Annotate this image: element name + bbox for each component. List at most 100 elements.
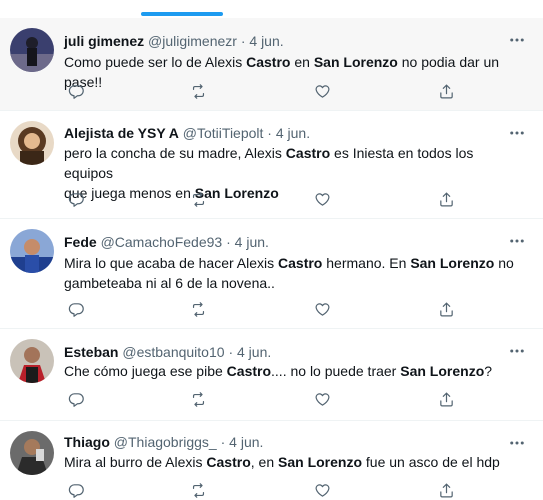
retweet-icon xyxy=(192,301,204,317)
avatar[interactable] xyxy=(10,431,54,475)
retweet-button[interactable] xyxy=(188,389,208,409)
tweet-card[interactable]: Esteban @estbanquito10 · 4 jun. Che cómo… xyxy=(0,329,543,421)
display-name[interactable]: Alejista de YSY A xyxy=(64,125,179,141)
avatar[interactable] xyxy=(10,121,54,165)
tweet-date[interactable]: 4 jun. xyxy=(235,234,269,250)
tweet-text-line: Mira al burro de Alexis Castro, en San L… xyxy=(64,452,514,472)
user-handle[interactable]: @estbanquito10 xyxy=(122,344,224,360)
tweet-text-line: pero la concha de su madre, Alexis Castr… xyxy=(64,143,514,183)
share-button[interactable] xyxy=(436,81,456,101)
tweet-card[interactable]: juli gimenez @juligimenezr · 4 jun. Como… xyxy=(0,18,543,111)
text-segment: pero la concha de su madre, Alexis xyxy=(64,145,286,161)
text-segment: gambeteaba ni al 6 de la novena.. xyxy=(64,275,275,291)
separator-dot: · xyxy=(228,344,234,360)
avatar[interactable] xyxy=(10,339,54,383)
more-icon xyxy=(510,38,524,42)
tweet-header: Thiago @Thiagobriggs_ · 4 jun. xyxy=(64,433,263,451)
highlighted-term: Castro xyxy=(226,363,272,379)
text-segment: , en xyxy=(250,454,279,470)
highlighted-term: Castro xyxy=(206,454,251,470)
text-segment: Como puede ser lo de Alexis xyxy=(64,54,247,70)
highlighted-term: Castro xyxy=(246,54,291,70)
reply-icon xyxy=(68,392,84,407)
user-handle[interactable]: @CamachoFede93 xyxy=(101,234,223,250)
like-button[interactable] xyxy=(312,189,332,209)
tweet-date[interactable]: 4 jun. xyxy=(249,33,283,49)
like-button[interactable] xyxy=(312,81,332,101)
tweet-text-line: gambeteaba ni al 6 de la novena.. xyxy=(64,273,514,293)
reply-button[interactable] xyxy=(66,81,86,101)
like-icon xyxy=(315,302,329,316)
avatar[interactable] xyxy=(10,28,54,72)
avatar[interactable] xyxy=(10,229,54,273)
reply-button[interactable] xyxy=(66,389,86,409)
share-icon xyxy=(439,84,453,98)
tweet-card[interactable]: Alejista de YSY A @TotiiTiepolt · 4 jun.… xyxy=(0,111,543,219)
tweet-actions xyxy=(64,81,464,101)
retweet-button[interactable] xyxy=(188,480,208,500)
more-button[interactable] xyxy=(507,341,527,361)
user-handle[interactable]: @Thiagobriggs_ xyxy=(114,434,217,450)
like-button[interactable] xyxy=(312,299,332,319)
display-name[interactable]: Esteban xyxy=(64,344,118,360)
more-icon xyxy=(510,441,524,445)
tweet-header: Alejista de YSY A @TotiiTiepolt · 4 jun. xyxy=(64,124,310,142)
like-icon xyxy=(315,392,329,406)
text-segment: en xyxy=(290,54,314,70)
highlighted-term: San Lorenzo xyxy=(410,255,495,271)
text-segment: no xyxy=(494,255,514,271)
more-icon xyxy=(510,349,524,353)
tweet-date[interactable]: 4 jun. xyxy=(276,125,310,141)
share-button[interactable] xyxy=(436,299,456,319)
more-button[interactable] xyxy=(507,123,527,143)
highlighted-term: Castro xyxy=(278,255,323,271)
tweet-date[interactable]: 4 jun. xyxy=(237,344,271,360)
share-icon xyxy=(439,302,453,316)
reply-button[interactable] xyxy=(66,189,86,209)
text-segment: fue un asco de el hdp xyxy=(362,454,500,470)
highlighted-term: Castro xyxy=(285,145,331,161)
display-name[interactable]: Thiago xyxy=(64,434,110,450)
share-icon xyxy=(439,483,453,497)
like-button[interactable] xyxy=(312,389,332,409)
more-button[interactable] xyxy=(507,433,527,453)
tweet-actions xyxy=(64,189,464,209)
reply-icon xyxy=(68,84,84,99)
like-button[interactable] xyxy=(312,480,332,500)
tweet-date[interactable]: 4 jun. xyxy=(229,434,263,450)
more-icon xyxy=(510,239,524,243)
retweet-button[interactable] xyxy=(188,81,208,101)
highlighted-term: San Lorenzo xyxy=(313,54,398,70)
tweet-header: juli gimenez @juligimenezr · 4 jun. xyxy=(64,32,284,50)
like-icon xyxy=(315,483,329,497)
more-icon xyxy=(510,131,524,135)
reply-button[interactable] xyxy=(66,299,86,319)
retweet-button[interactable] xyxy=(188,299,208,319)
share-button[interactable] xyxy=(436,480,456,500)
tweet-text: Mira lo que acaba de hacer Alexis Castro… xyxy=(64,253,514,293)
display-name[interactable]: juli gimenez xyxy=(64,33,144,49)
retweet-icon xyxy=(192,391,204,407)
text-segment: Mira lo que acaba de hacer Alexis xyxy=(64,255,279,271)
more-button[interactable] xyxy=(507,231,527,251)
share-button[interactable] xyxy=(436,389,456,409)
user-handle[interactable]: @TotiiTiepolt xyxy=(183,125,264,141)
tweet-header: Esteban @estbanquito10 · 4 jun. xyxy=(64,343,271,361)
tweet-card[interactable]: Fede @CamachoFede93 · 4 jun. Mira lo que… xyxy=(0,219,543,329)
like-icon xyxy=(315,192,329,206)
display-name[interactable]: Fede xyxy=(64,234,97,250)
more-button[interactable] xyxy=(507,30,527,50)
share-button[interactable] xyxy=(436,189,456,209)
tweet-text-line: Mira lo que acaba de hacer Alexis Castro… xyxy=(64,253,514,273)
tweet-actions xyxy=(64,299,464,319)
separator-dot: · xyxy=(267,125,272,141)
tweet-card[interactable]: Thiago @Thiagobriggs_ · 4 jun. Mira al b… xyxy=(0,421,543,500)
active-tab-indicator xyxy=(141,12,223,16)
retweet-button[interactable] xyxy=(188,189,208,209)
user-handle[interactable]: @juligimenezr xyxy=(148,33,237,49)
retweet-icon xyxy=(192,482,204,498)
reply-button[interactable] xyxy=(66,480,86,500)
share-icon xyxy=(439,392,453,406)
text-segment: Mira al burro de Alexis xyxy=(64,454,207,470)
tweet-actions xyxy=(64,389,464,409)
